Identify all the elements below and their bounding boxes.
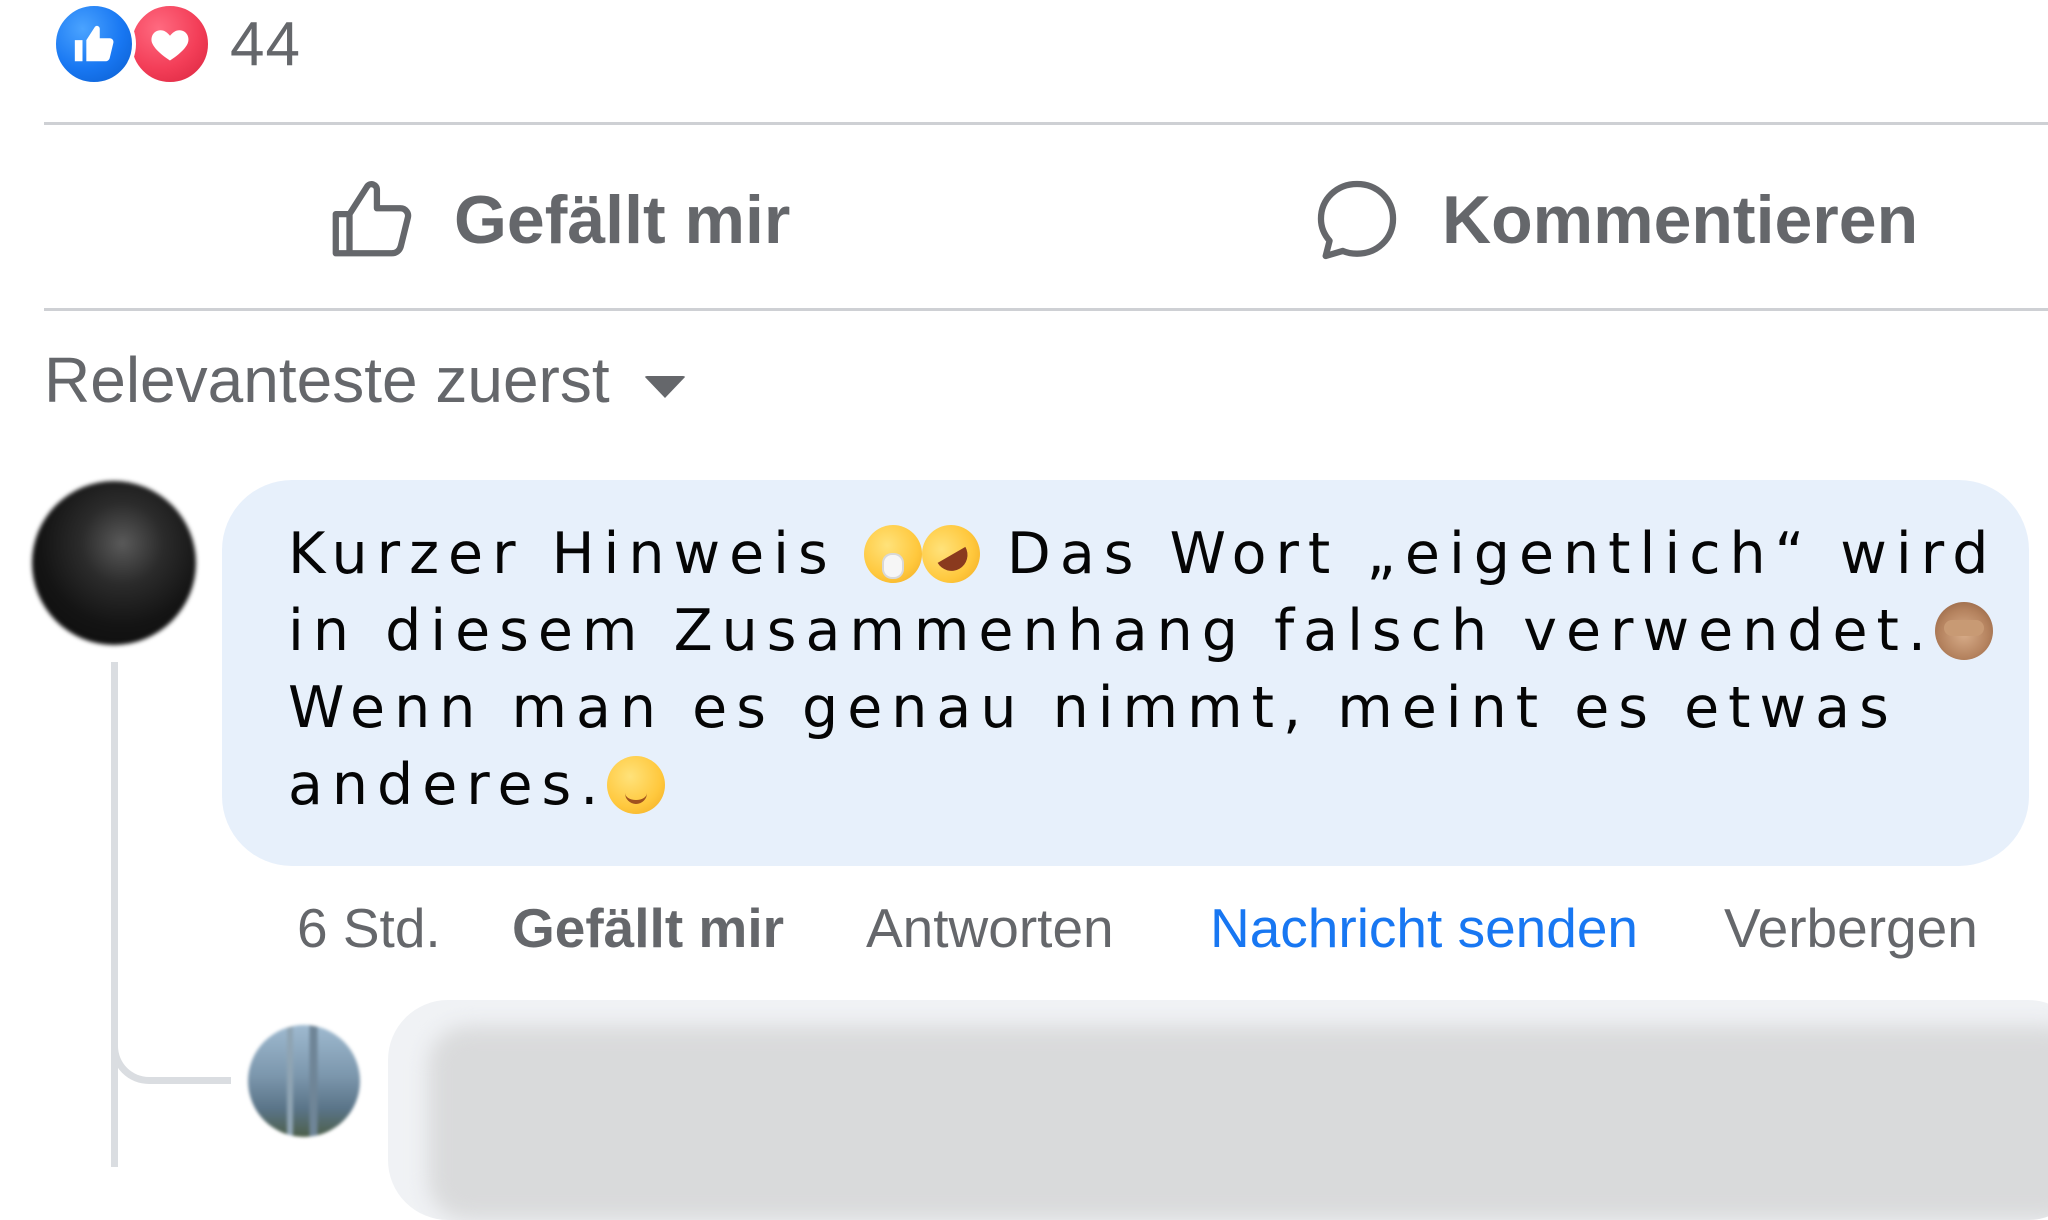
- like-reaction-icon: [52, 2, 136, 86]
- shushing-face-emoji-icon: [863, 525, 922, 583]
- divider: [44, 122, 2048, 125]
- blurred-reply-content: [428, 1026, 2048, 1220]
- comment-text-line: anderes.: [288, 747, 1979, 824]
- winking-face-emoji-icon: [607, 756, 666, 814]
- comment-like-link[interactable]: Gefällt mir: [512, 888, 784, 968]
- comment-text: Kurzer Hinweis Das Wort „eigentlich“ wir…: [288, 514, 1993, 824]
- divider: [44, 308, 2048, 311]
- like-button-label: Gefällt mir: [454, 182, 791, 258]
- comment-bubble: Kurzer Hinweis Das Wort „eigentlich“ wir…: [222, 480, 2029, 866]
- comment-reply-link[interactable]: Antworten: [866, 888, 1114, 968]
- thread-branch: [111, 1000, 231, 1084]
- avatar[interactable]: [32, 481, 196, 645]
- speech-bubble-outline-icon: [1317, 180, 1397, 260]
- comment-text-line: Kurzer Hinweis Das Wort „eigentlich“ wir…: [288, 514, 1988, 594]
- comment-button[interactable]: Kommentieren: [1310, 155, 1918, 285]
- see-no-evil-monkey-emoji-icon: [1934, 602, 1993, 660]
- thumbs-up-outline-icon: [332, 181, 412, 257]
- love-reaction-icon: [128, 2, 212, 86]
- like-button[interactable]: Gefällt mir: [326, 155, 790, 285]
- reply-avatar[interactable]: [248, 1025, 360, 1137]
- comment-text-line: in diesem Zusammenhang falsch verwendet.: [288, 593, 1993, 670]
- comment-timestamp[interactable]: 6 Std.: [297, 888, 441, 968]
- comment-text-line: Wenn man es genau nimmt, meint es etwas: [288, 675, 1898, 741]
- reply-bubble: [388, 1000, 2048, 1220]
- comment-sort-dropdown[interactable]: Relevanteste zuerst: [44, 340, 686, 420]
- comment-sort-label: Relevanteste zuerst: [44, 344, 610, 416]
- hide-comment-link[interactable]: Verbergen: [1724, 888, 1978, 968]
- comment-button-label: Kommentieren: [1442, 182, 1919, 258]
- send-message-link[interactable]: Nachricht senden: [1210, 888, 1638, 968]
- reactions-summary[interactable]: 44: [52, 2, 301, 86]
- reaction-count[interactable]: 44: [230, 9, 301, 80]
- caret-down-icon: [643, 376, 686, 398]
- thread-line: [111, 662, 118, 1167]
- rofl-emoji-icon: [911, 514, 991, 594]
